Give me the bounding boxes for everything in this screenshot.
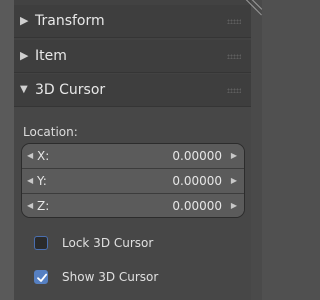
panel-header-label: Item [35,48,67,64]
panel-header-transform[interactable]: ▶ Transform [14,5,251,38]
axis-value: 0.00000 [172,174,222,188]
drag-handle-icon[interactable] [227,54,241,59]
lock-3d-cursor-checkbox[interactable]: Lock 3D Cursor [14,232,251,254]
drag-handle-icon[interactable] [227,88,241,93]
axis-label: Z: [37,199,50,213]
checkbox-label: Show 3D Cursor [62,270,159,284]
location-y-field[interactable]: ◀ Y: 0.00000 ▶ [22,169,244,193]
panel-header-3d-cursor[interactable]: ▼ 3D Cursor [14,74,251,107]
decrement-arrow-icon[interactable]: ◀ [27,200,33,212]
show-3d-cursor-checkbox[interactable]: Show 3D Cursor [14,266,251,288]
checkbox-label: Lock 3D Cursor [62,236,154,250]
location-z-field[interactable]: ◀ Z: 0.00000 ▶ [22,194,244,217]
axis-label: Y: [37,174,47,188]
location-label: Location: [23,125,78,139]
location-vector-field: ◀ X: 0.00000 ▶ ◀ Y: 0.00000 ▶ ◀ Z: 0.000… [21,143,245,218]
decrement-arrow-icon[interactable]: ◀ [27,150,33,162]
axis-value: 0.00000 [172,149,222,163]
triangle-right-icon: ▶ [20,14,29,27]
axis-label: X: [37,149,50,163]
triangle-down-icon: ▼ [20,84,28,95]
increment-arrow-icon[interactable]: ▶ [231,175,237,187]
panel-header-label: Transform [35,13,105,29]
panel-header-item[interactable]: ▶ Item [14,40,251,73]
checkbox-checked-icon[interactable] [34,270,48,284]
checkbox-unchecked-icon[interactable] [34,236,48,250]
sidebar-scrollbar-track[interactable] [251,0,262,300]
triangle-right-icon: ▶ [20,49,29,62]
sidebar-content: ▶ Transform ▶ Item ▼ 3D Cursor Location:… [14,0,251,300]
panel-header-label: 3D Cursor [35,82,106,98]
properties-sidebar: ▶ Transform ▶ Item ▼ 3D Cursor Location:… [0,0,262,300]
axis-value: 0.00000 [172,199,222,213]
increment-arrow-icon[interactable]: ▶ [231,150,237,162]
sidebar-left-edge [0,0,14,300]
decrement-arrow-icon[interactable]: ◀ [27,175,33,187]
location-x-field[interactable]: ◀ X: 0.00000 ▶ [22,144,244,168]
increment-arrow-icon[interactable]: ▶ [231,200,237,212]
drag-handle-icon[interactable] [227,19,241,24]
